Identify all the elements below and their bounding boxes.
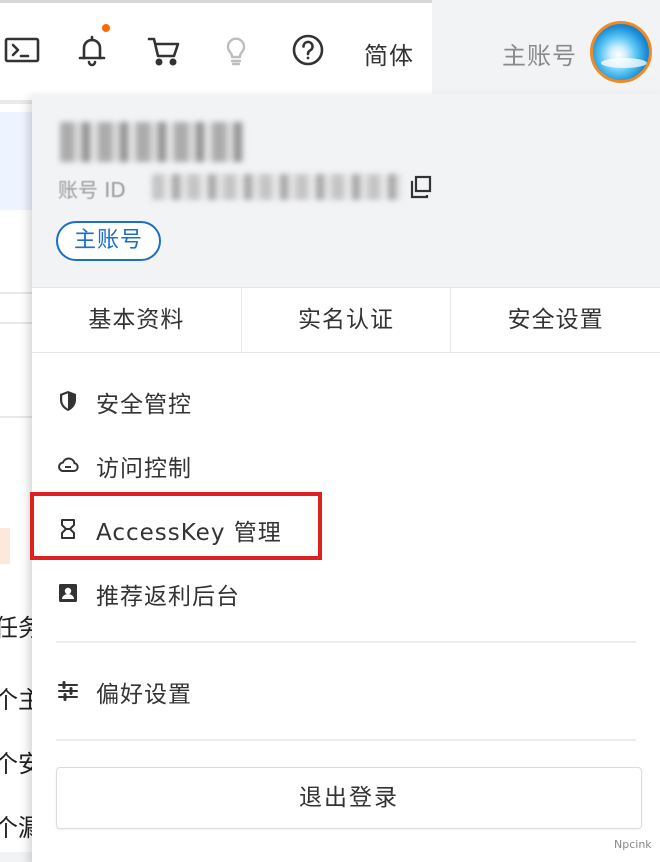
cart-icon[interactable] bbox=[144, 30, 184, 70]
tab-real-name-verification[interactable]: 实名认证 bbox=[242, 288, 452, 352]
account-menu-trigger[interactable]: 主账号 bbox=[432, 0, 660, 104]
copy-icon[interactable] bbox=[408, 174, 434, 200]
tab-basic-info[interactable]: 基本资料 bbox=[32, 288, 242, 352]
help-icon[interactable] bbox=[288, 30, 328, 70]
terminal-icon[interactable] bbox=[2, 30, 42, 70]
top-nav-bar: 简体 主账号 bbox=[0, 0, 660, 104]
menu-item-referral-dashboard[interactable]: 推荐返利后台 bbox=[32, 561, 660, 625]
avatar[interactable] bbox=[590, 21, 652, 83]
profile-section: 账号 ID 主账号 bbox=[32, 94, 660, 287]
referral-icon bbox=[56, 581, 80, 605]
menu-divider bbox=[56, 739, 636, 741]
logout-button[interactable]: 退出登录 bbox=[56, 767, 642, 829]
menu-item-label: 访问控制 bbox=[96, 456, 192, 482]
menu-item-label: 推荐返利后台 bbox=[96, 584, 240, 610]
watermark: Npcink bbox=[614, 838, 652, 851]
account-id-label: 账号 ID bbox=[58, 178, 126, 202]
menu-divider bbox=[56, 641, 636, 643]
menu-item-access-control[interactable]: 访问控制 bbox=[32, 433, 660, 497]
notification-dot bbox=[102, 24, 110, 32]
menu-item-label: 偏好设置 bbox=[96, 682, 192, 708]
account-id-redacted bbox=[152, 174, 402, 200]
tab-security-settings[interactable]: 安全设置 bbox=[451, 288, 660, 352]
background-tag bbox=[0, 528, 10, 564]
profile-tabs: 基本资料 实名认证 安全设置 bbox=[32, 287, 660, 353]
menu-item-label: AccessKey 管理 bbox=[96, 520, 282, 546]
cloud-icon bbox=[56, 453, 80, 477]
shield-icon bbox=[56, 389, 80, 413]
bell-icon[interactable] bbox=[72, 24, 112, 70]
account-name-redacted bbox=[60, 122, 244, 162]
key-icon bbox=[56, 517, 80, 541]
menu-item-preferences[interactable]: 偏好设置 bbox=[32, 659, 660, 723]
menu-item-label: 安全管控 bbox=[96, 392, 192, 418]
menu-item-accesskey[interactable]: AccessKey 管理 bbox=[32, 497, 660, 561]
top-border bbox=[0, 0, 432, 3]
language-switch[interactable]: 简体 bbox=[364, 36, 414, 71]
account-type-label: 主账号 bbox=[502, 42, 577, 70]
sliders-icon bbox=[56, 679, 80, 703]
page: 简体 主账号 任务 个主 个安 个漏 账号 ID 主账号 基本资料 实名认证 安… bbox=[0, 0, 660, 862]
lightbulb-icon[interactable] bbox=[216, 30, 256, 70]
account-type-badge: 主账号 bbox=[56, 221, 162, 261]
menu-item-security-control[interactable]: 安全管控 bbox=[32, 369, 660, 433]
account-dropdown: 账号 ID 主账号 基本资料 实名认证 安全设置 安全管控 访问控制 Acces… bbox=[32, 94, 660, 862]
